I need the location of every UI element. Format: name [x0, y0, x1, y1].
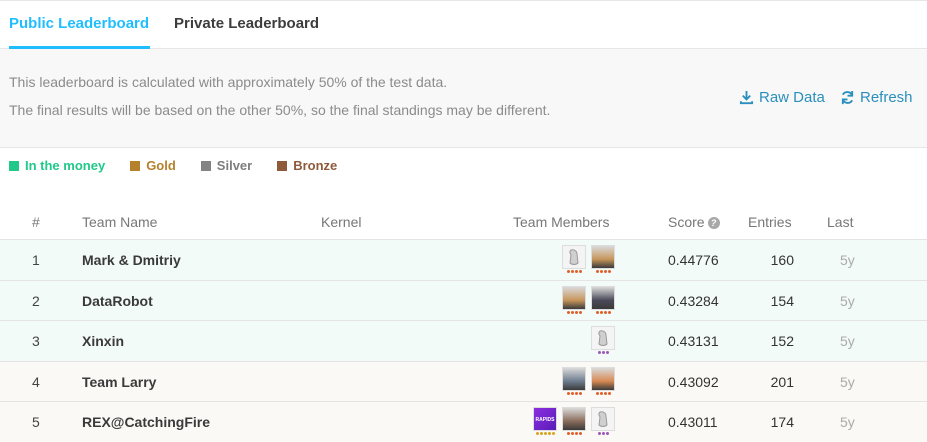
table-row[interactable]: 4 Team Larry 0.43092 201 5y: [0, 360, 927, 402]
raw-data-button[interactable]: Raw Data: [739, 89, 825, 106]
score-cell: 0.43011: [668, 414, 718, 431]
table-row[interactable]: 2 DataRobot 0.43284 154 5y: [0, 279, 927, 321]
header-team-name: Team Name: [82, 214, 158, 230]
default-avatar[interactable]: [591, 326, 615, 355]
last-cell: 5y: [840, 252, 855, 268]
team-name-cell[interactable]: Team Larry: [82, 374, 156, 390]
photo-avatar[interactable]: [591, 366, 615, 395]
legend-silver-label: Silver: [216, 158, 253, 173]
rank-cell: 5: [32, 414, 40, 431]
leaderboard-table-body: 1 Mark & Dmitriy 0.44776 160 5y 2 DataRobot 0.4…: [0, 239, 927, 442]
legend-in-the-money: In the money: [9, 158, 105, 173]
raw-data-label: Raw Data: [759, 89, 825, 106]
header-rank: #: [32, 214, 40, 230]
medal-legend: In the money Gold Silver Bronze: [9, 158, 362, 173]
team-name-cell[interactable]: DataRobot: [82, 293, 153, 309]
refresh-button[interactable]: Refresh: [840, 89, 913, 106]
rank-cell: 2: [32, 292, 40, 309]
team-members: RAPIDS: [533, 407, 615, 436]
legend-bronze: Bronze: [277, 158, 337, 173]
team-members: [562, 285, 615, 314]
table-row[interactable]: 3 Xinxin 0.43131 152 5y: [0, 320, 927, 361]
entries-cell: 160: [770, 252, 794, 268]
team-name-cell[interactable]: REX@CatchingFire: [82, 414, 210, 430]
help-icon[interactable]: ?: [707, 217, 720, 229]
header-score: Score?: [668, 214, 720, 230]
info-text-line1: This leaderboard is calculated with appr…: [9, 74, 448, 90]
header-kernel: Kernel: [321, 214, 362, 230]
table-row[interactable]: 5 REX@CatchingFire 0.43011 174 5y RAPIDS: [0, 401, 927, 442]
legend-gold-label: Gold: [146, 158, 176, 173]
table-row[interactable]: 1 Mark & Dmitriy 0.44776 160 5y: [0, 239, 927, 280]
photo-avatar[interactable]: [562, 285, 586, 314]
legend-bronze-label: Bronze: [293, 158, 338, 173]
refresh-icon: [841, 90, 854, 105]
tab-private-leaderboard[interactable]: Private Leaderboard: [174, 15, 319, 32]
default-avatar[interactable]: [562, 245, 586, 273]
entries-cell: 154: [770, 292, 794, 309]
leaderboard-tabs: Public Leaderboard Private Leaderboard: [0, 0, 927, 49]
info-text-line2: The final results will be based on the o…: [9, 102, 551, 118]
score-cell: 0.43284: [668, 292, 719, 309]
tab-public-leaderboard[interactable]: Public Leaderboard: [9, 15, 151, 49]
default-avatar[interactable]: [591, 407, 615, 436]
leaderboard-info-panel: This leaderboard is calculated with appr…: [0, 49, 927, 148]
rank-cell: 1: [32, 252, 40, 268]
entries-cell: 152: [770, 333, 794, 350]
team-name-cell[interactable]: Xinxin: [82, 333, 124, 349]
entries-cell: 201: [770, 373, 794, 390]
photo-avatar[interactable]: [562, 366, 586, 395]
logo-avatar[interactable]: RAPIDS: [533, 407, 557, 436]
legend-silver: Silver: [200, 158, 253, 173]
team-members: [591, 326, 615, 355]
team-name-cell[interactable]: Mark & Dmitriy: [82, 252, 181, 268]
team-members: [562, 366, 615, 395]
photo-avatar[interactable]: [591, 285, 615, 314]
score-cell: 0.43131: [668, 333, 719, 350]
last-cell: 5y: [840, 414, 855, 431]
download-icon: [739, 90, 754, 105]
last-cell: 5y: [840, 292, 855, 309]
team-members: [562, 245, 615, 273]
photo-avatar[interactable]: [591, 245, 615, 273]
legend-gold: Gold: [130, 158, 176, 173]
header-team-members: Team Members: [513, 214, 610, 230]
header-entries: Entries: [748, 214, 792, 230]
photo-avatar[interactable]: [562, 407, 586, 436]
header-last: Last: [827, 214, 854, 230]
score-cell: 0.44776: [668, 252, 719, 268]
last-cell: 5y: [840, 373, 855, 390]
refresh-label: Refresh: [860, 89, 913, 106]
entries-cell: 174: [770, 414, 794, 431]
legend-money-label: In the money: [25, 158, 106, 173]
score-cell: 0.43092: [668, 373, 719, 390]
header-score-label: Score: [668, 214, 705, 230]
last-cell: 5y: [840, 333, 855, 350]
rank-cell: 3: [32, 333, 40, 350]
rank-cell: 4: [32, 373, 40, 390]
